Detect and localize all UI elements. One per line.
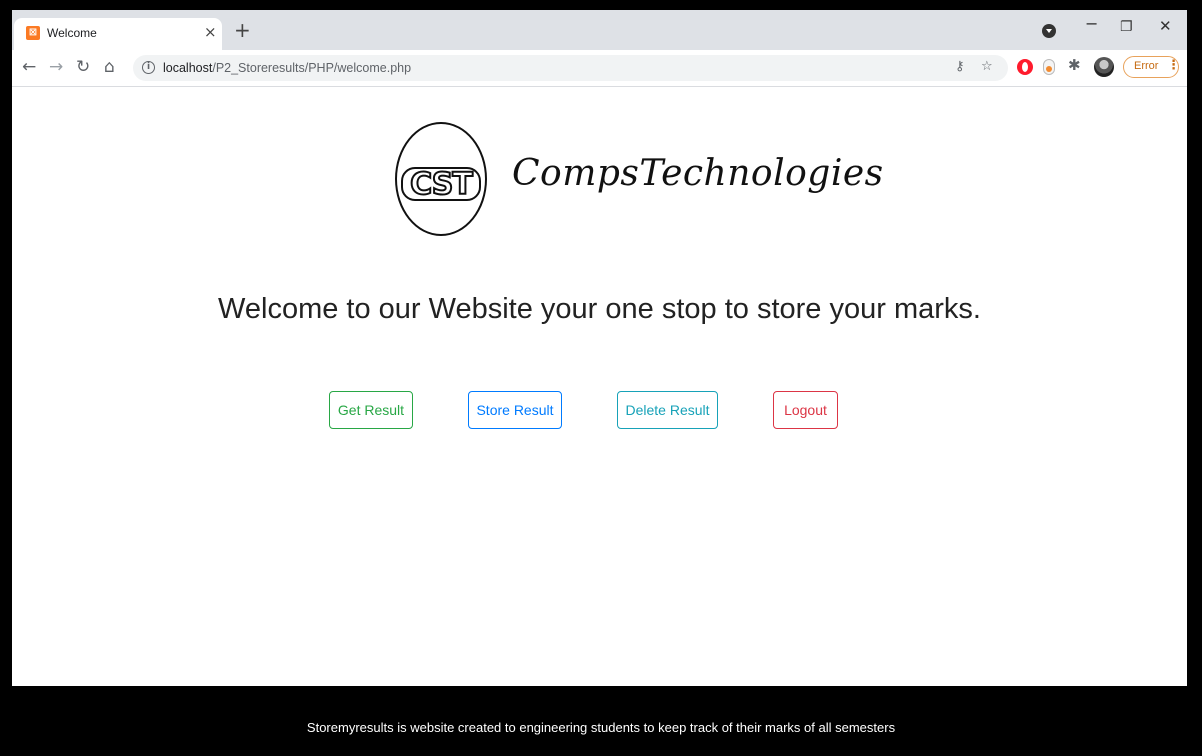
tab-search-icon[interactable] xyxy=(1042,24,1056,38)
tab-welcome[interactable]: ⊠ Welcome × xyxy=(14,18,222,50)
reload-icon[interactable]: ↻ xyxy=(76,57,90,77)
forward-arrow-icon[interactable]: → xyxy=(49,57,63,77)
page-content: CST CompsTechnologies Welcome to our Web… xyxy=(12,87,1187,695)
footer-text: Storemyresults is website created to eng… xyxy=(306,720,896,735)
tab-title: Welcome xyxy=(47,26,97,40)
extension-icon[interactable] xyxy=(1043,59,1055,75)
tab-strip: ⊠ Welcome × + − ❐ ✕ xyxy=(12,10,1187,50)
address-bar[interactable]: i localhost/P2_Storeresults/PHP/welcome.… xyxy=(133,55,1008,81)
back-arrow-icon[interactable]: ← xyxy=(22,57,36,77)
url-host: localhost xyxy=(163,61,213,75)
delete-result-button[interactable]: Delete Result xyxy=(617,391,718,429)
opera-extension-icon[interactable] xyxy=(1017,59,1033,75)
menu-dots-icon: ⋮ xyxy=(1167,58,1180,73)
store-result-button[interactable]: Store Result xyxy=(468,391,562,429)
get-result-button[interactable]: Get Result xyxy=(329,391,413,429)
profile-avatar-icon[interactable] xyxy=(1094,57,1114,77)
error-button[interactable]: Error ⋮ xyxy=(1123,56,1180,78)
new-tab-icon[interactable]: + xyxy=(234,19,251,41)
logo-mark: CST xyxy=(409,166,474,203)
key-icon[interactable]: ⚷ xyxy=(955,59,965,74)
welcome-heading: Welcome to our Website your one stop to … xyxy=(218,293,981,325)
xampp-favicon-icon: ⊠ xyxy=(26,26,40,40)
browser-toolbar: ← → ↻ ⌂ i localhost/P2_Storeresults/PHP/… xyxy=(12,50,1187,87)
window-close-icon[interactable]: ✕ xyxy=(1159,17,1172,35)
restore-icon[interactable]: ❐ xyxy=(1120,19,1133,35)
minimize-icon[interactable]: − xyxy=(1085,14,1098,33)
browser-window: ⊠ Welcome × + − ❐ ✕ ← → ↻ ⌂ i localhost/… xyxy=(12,10,1187,756)
home-icon[interactable]: ⌂ xyxy=(104,57,115,77)
site-info-icon[interactable]: i xyxy=(142,61,155,74)
extensions-puzzle-icon[interactable]: ✱ xyxy=(1068,56,1081,74)
tab-close-icon[interactable]: × xyxy=(204,23,217,41)
error-label: Error xyxy=(1134,60,1159,72)
address-url[interactable]: localhost/P2_Storeresults/PHP/welcome.ph… xyxy=(163,61,411,75)
brand-name: CompsTechnologies xyxy=(512,153,884,194)
url-path: /P2_Storeresults/PHP/welcome.php xyxy=(212,61,412,75)
bookmark-star-icon[interactable]: ☆ xyxy=(981,59,993,74)
footer: Storemyresults is website created to eng… xyxy=(0,686,1202,756)
logout-button[interactable]: Logout xyxy=(773,391,838,429)
